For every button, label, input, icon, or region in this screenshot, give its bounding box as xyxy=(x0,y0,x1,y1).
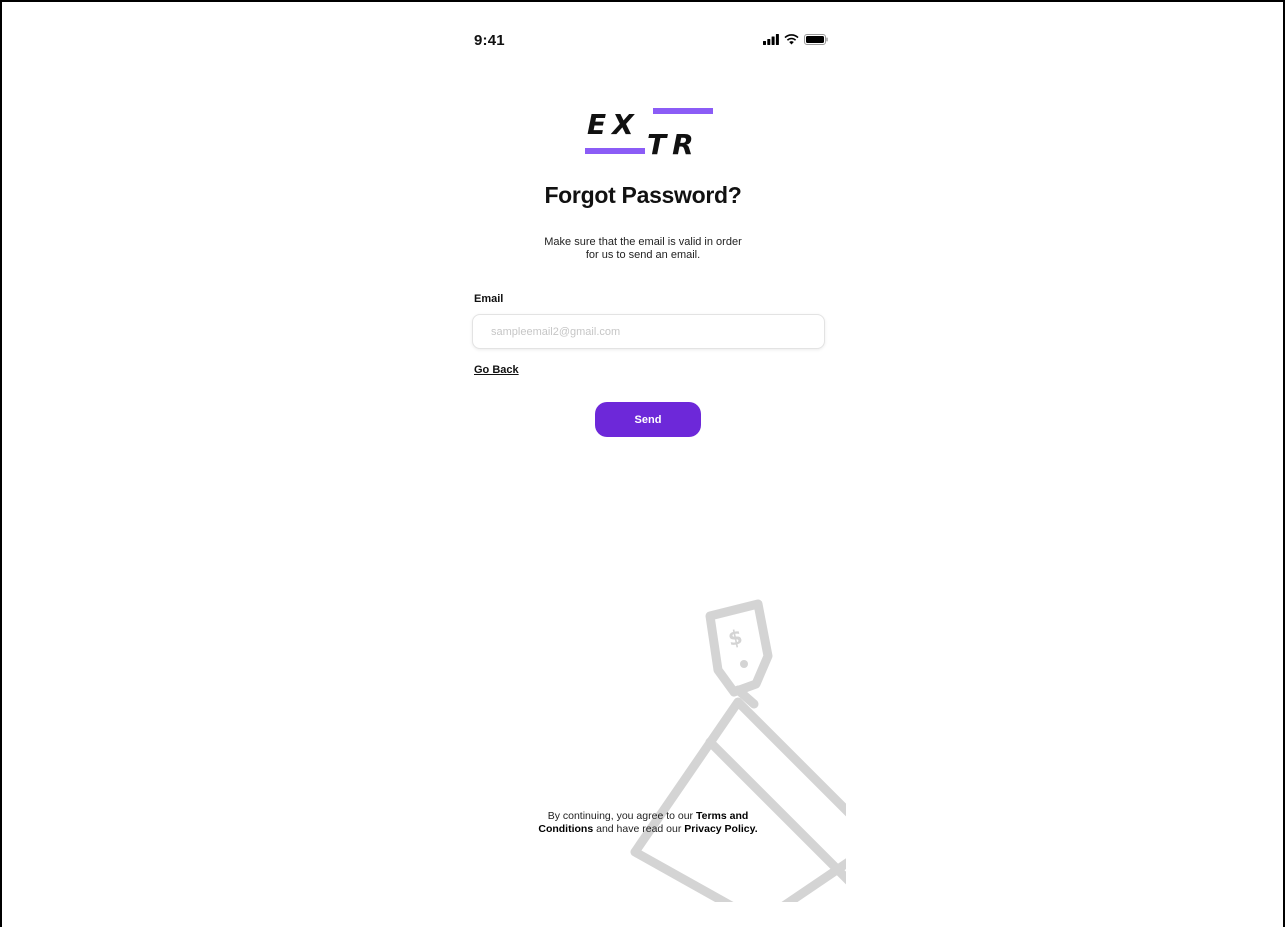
legal-prefix: By continuing, you agree to our xyxy=(547,810,696,822)
go-back-link[interactable]: Go Back xyxy=(474,364,519,376)
legal-notice: By continuing, you agree to our Terms an… xyxy=(523,810,773,836)
logo-bar-bottom xyxy=(585,148,645,154)
status-icons xyxy=(763,34,828,45)
send-button[interactable]: Send xyxy=(595,402,701,437)
logo-bar-top xyxy=(653,108,713,114)
signal-icon xyxy=(763,34,779,45)
logo-text-ex: EX xyxy=(587,108,640,141)
legal-middle: and have read our xyxy=(593,823,685,835)
privacy-link[interactable]: Privacy Policy. xyxy=(684,823,757,835)
status-time: 9:41 xyxy=(474,32,505,49)
email-label: Email xyxy=(474,293,504,305)
page-subtitle: Make sure that the email is valid in ord… xyxy=(530,236,756,262)
subtitle-line-1: Make sure that the email is valid in ord… xyxy=(544,236,742,248)
wifi-icon xyxy=(784,34,799,45)
svg-text:$: $ xyxy=(726,624,745,650)
extr-logo: EX TR xyxy=(585,106,715,162)
page-title: Forgot Password? xyxy=(544,182,742,208)
battery-icon xyxy=(804,34,828,45)
subtitle-line-2: for us to send an email. xyxy=(585,249,701,261)
phone-screen: 9:41 EX TR Forgot Password? Make sure th… xyxy=(440,2,846,924)
email-input[interactable] xyxy=(472,314,825,349)
price-tag-card-icon: $ xyxy=(630,599,846,902)
logo-text-tr: TR xyxy=(647,128,700,161)
